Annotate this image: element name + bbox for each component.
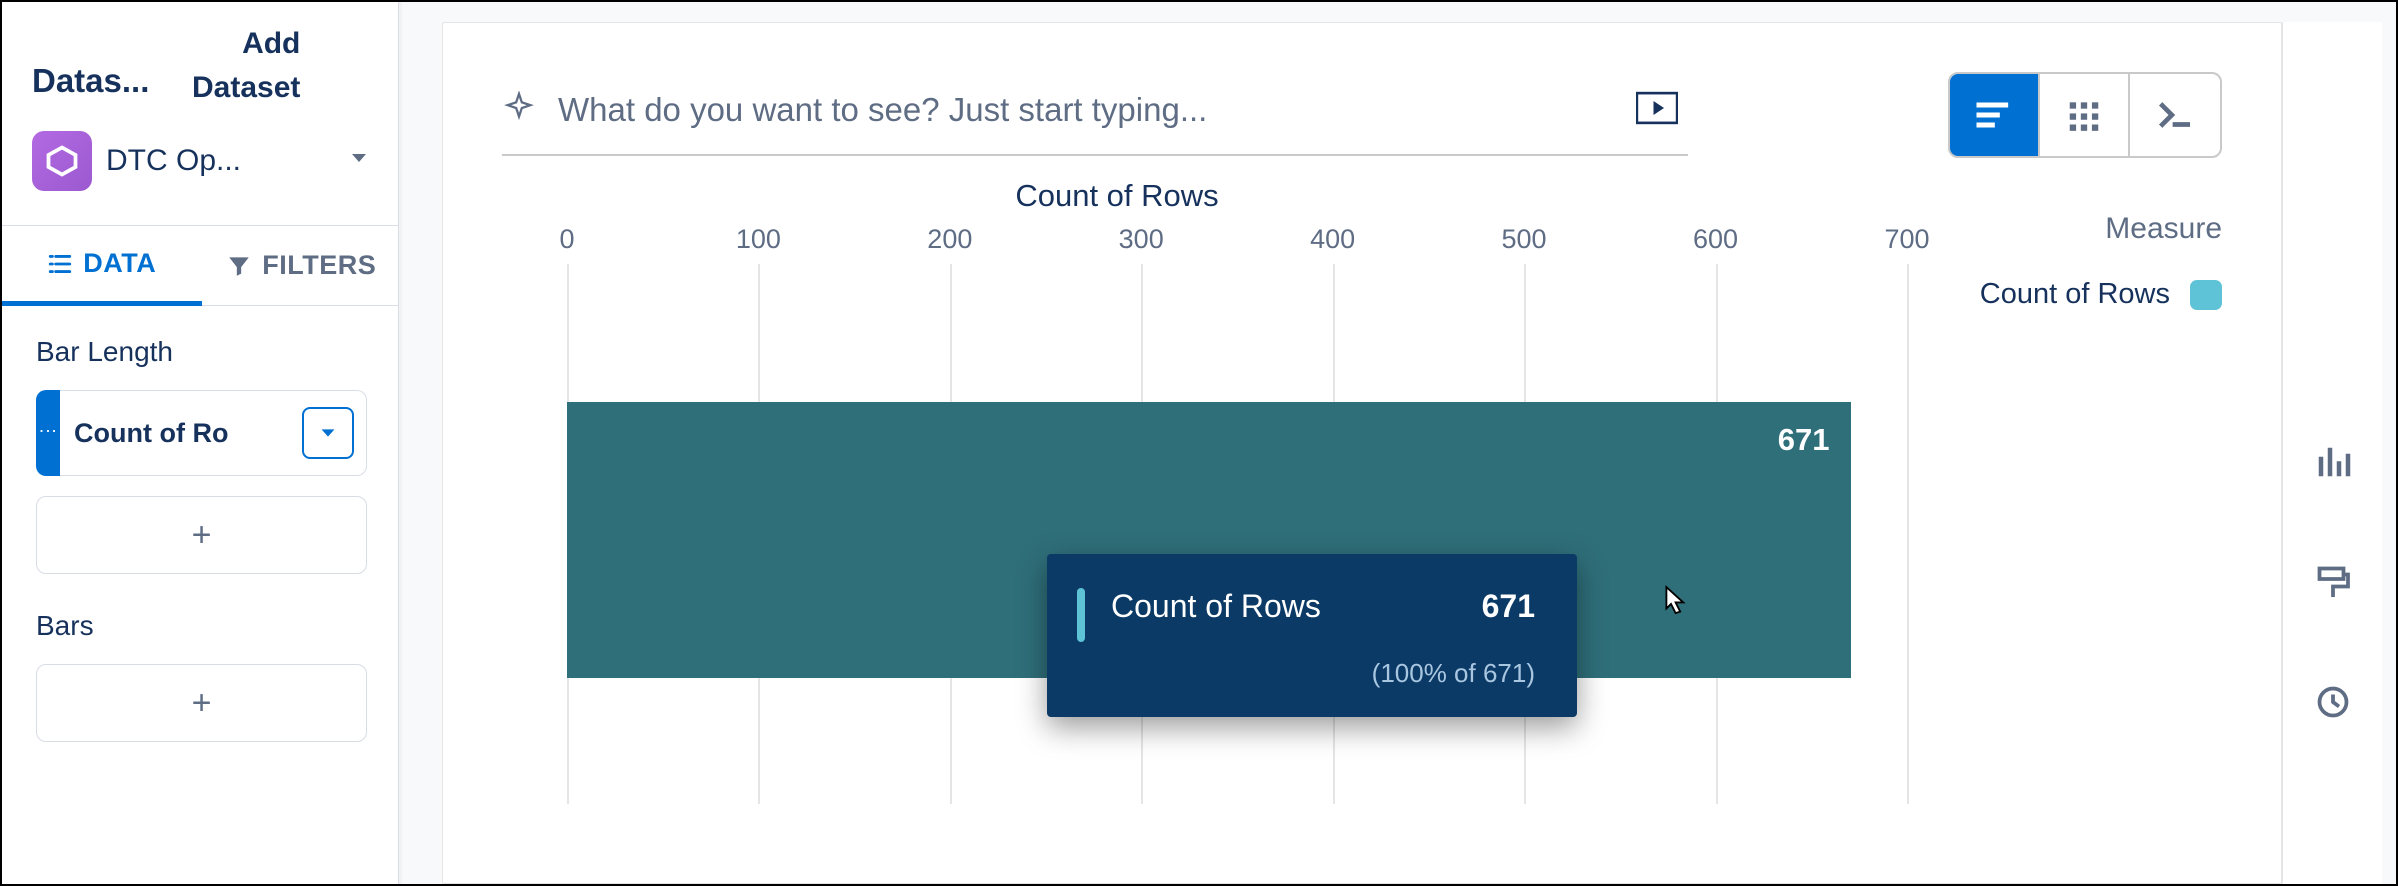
chevron-down-icon[interactable] bbox=[347, 146, 371, 176]
tab-filters[interactable]: FILTERS bbox=[202, 226, 402, 305]
tick-label: 100 bbox=[736, 224, 781, 255]
bars-heading: Bars bbox=[36, 610, 367, 642]
add-bar-length-button[interactable]: + bbox=[36, 496, 367, 574]
dataset-name: DTC Op... bbox=[106, 144, 333, 178]
add-dataset-line2: Dataset bbox=[192, 66, 300, 110]
bar-chart-icon bbox=[1974, 95, 2014, 135]
table-icon bbox=[2065, 96, 2103, 134]
tooltip-swatch-icon bbox=[1077, 588, 1085, 642]
play-icon[interactable] bbox=[1636, 91, 1678, 130]
dataset-header: Datas... Add Dataset bbox=[2, 22, 401, 109]
main-canvas: Count of Rows 0 100 200 300 400 500 600 … bbox=[402, 2, 2396, 884]
chart-tooltip: Count of Rows 671 (100% of 671) bbox=[1047, 554, 1577, 717]
chart-plot-area: 671 Count of Rows 671 (100% of 671) bbox=[567, 264, 1907, 804]
legend-title: Measure bbox=[1980, 212, 2222, 246]
tooltip-value: 671 bbox=[1482, 588, 1535, 625]
terminal-icon bbox=[2156, 96, 2194, 134]
legend-item-label: Count of Rows bbox=[1980, 278, 2170, 311]
dataset-icon bbox=[32, 131, 92, 191]
add-dataset-button[interactable]: Add Dataset bbox=[192, 22, 300, 109]
sidebar-tabs: DATA FILTERS bbox=[2, 226, 401, 306]
axis-ticks: 0 100 200 300 400 500 600 700 bbox=[567, 224, 1907, 264]
bar-length-value: Count of Ro bbox=[74, 418, 302, 449]
tab-filters-label: FILTERS bbox=[262, 250, 376, 281]
pointer-cursor-icon bbox=[1652, 584, 1690, 639]
tick-label: 600 bbox=[1693, 224, 1738, 255]
paint-roller-icon bbox=[2315, 564, 2351, 600]
chart-legend: Measure Count of Rows bbox=[1980, 212, 2222, 311]
tooltip-sub: (100% of 671) bbox=[1077, 658, 1535, 689]
tick-label: 200 bbox=[927, 224, 972, 255]
tick-label: 700 bbox=[1884, 224, 1929, 255]
tick-label: 400 bbox=[1310, 224, 1355, 255]
list-icon bbox=[47, 251, 73, 277]
dataset-selector[interactable]: DTC Op... bbox=[2, 109, 401, 226]
legend-swatch-icon bbox=[2190, 280, 2222, 310]
tab-data-label: DATA bbox=[83, 248, 156, 279]
add-bars-button[interactable]: + bbox=[36, 664, 367, 742]
filter-icon bbox=[226, 253, 252, 279]
sidebar: Datas... Add Dataset DTC Op... DATA FILT… bbox=[2, 2, 402, 884]
table-view-button[interactable] bbox=[2040, 74, 2130, 156]
saql-view-button[interactable] bbox=[2130, 74, 2220, 156]
tab-data[interactable]: DATA bbox=[2, 226, 202, 306]
chevron-down-icon bbox=[317, 422, 339, 444]
bar-value-label: 671 bbox=[1778, 422, 1830, 458]
axis-title-top: Count of Rows bbox=[442, 178, 1982, 214]
measure-dropdown[interactable] bbox=[302, 407, 354, 459]
view-switcher bbox=[1948, 72, 2222, 158]
chart-type-button[interactable] bbox=[2313, 442, 2353, 482]
history-button[interactable] bbox=[2313, 682, 2353, 722]
add-dataset-line1: Add bbox=[192, 22, 300, 66]
card-header bbox=[442, 22, 2282, 158]
tick-label: 0 bbox=[559, 224, 574, 255]
query-input[interactable] bbox=[558, 91, 1614, 129]
bar-length-pill[interactable]: ⋮ Count of Ro bbox=[36, 390, 367, 476]
data-panel: Bar Length ⋮ Count of Ro + Bars + bbox=[2, 306, 401, 778]
bar-length-heading: Bar Length bbox=[36, 336, 367, 368]
sparkle-icon bbox=[502, 91, 536, 130]
chart-card: Count of Rows 0 100 200 300 400 500 600 … bbox=[442, 22, 2282, 884]
clock-icon bbox=[2315, 684, 2351, 720]
bar-chart-icon bbox=[2315, 444, 2351, 480]
tooltip-label: Count of Rows bbox=[1111, 588, 1442, 625]
drag-handle-icon[interactable]: ⋮ bbox=[36, 390, 60, 476]
legend-item[interactable]: Count of Rows bbox=[1980, 278, 2222, 311]
datasets-heading: Datas... bbox=[32, 62, 192, 100]
tick-label: 300 bbox=[1119, 224, 1164, 255]
natural-language-query[interactable] bbox=[502, 75, 1688, 156]
chart-view-button[interactable] bbox=[1950, 74, 2040, 156]
tick-label: 500 bbox=[1501, 224, 1546, 255]
right-rail bbox=[2282, 22, 2382, 884]
format-button[interactable] bbox=[2313, 562, 2353, 602]
